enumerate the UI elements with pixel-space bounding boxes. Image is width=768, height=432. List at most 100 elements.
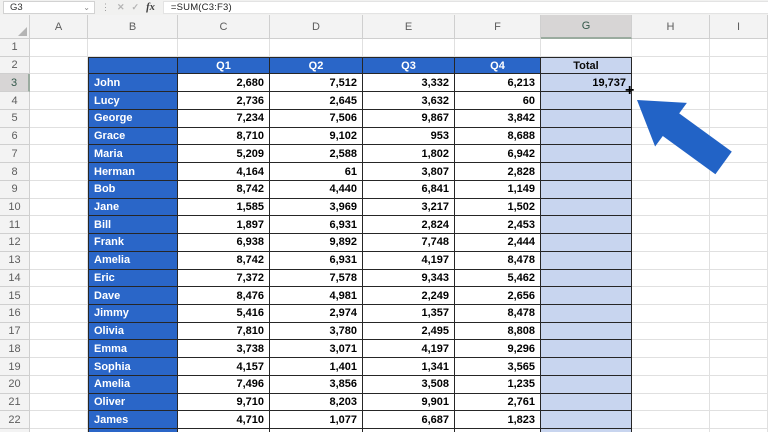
cell-B17[interactable]: Olivia xyxy=(88,322,178,341)
cell-C2[interactable]: Q1 xyxy=(178,56,270,75)
cell-G20[interactable] xyxy=(541,375,632,394)
cell-B4[interactable]: Lucy xyxy=(88,92,178,110)
cell-F10[interactable]: 1,502 xyxy=(455,198,541,217)
cell-B20[interactable]: Amelia xyxy=(88,375,178,394)
cell-D17[interactable]: 3,780 xyxy=(270,322,363,341)
column-header-F[interactable]: F xyxy=(455,15,541,39)
cell-F22[interactable]: 1,823 xyxy=(455,411,541,430)
cell-A20[interactable] xyxy=(30,375,88,394)
cell-G7[interactable] xyxy=(541,145,632,164)
cell-E9[interactable]: 6,841 xyxy=(363,180,455,199)
row-header-2[interactable]: 2 xyxy=(0,56,30,75)
cell-C16[interactable]: 5,416 xyxy=(178,305,270,323)
cell-F8[interactable]: 2,828 xyxy=(455,163,541,181)
cell-H13[interactable] xyxy=(632,251,710,270)
cell-E10[interactable]: 3,217 xyxy=(363,198,455,217)
cell-D20[interactable]: 3,856 xyxy=(270,375,363,394)
cell-B19[interactable]: Sophia xyxy=(88,358,178,376)
cell-G19[interactable] xyxy=(541,358,632,376)
cell-G11[interactable] xyxy=(541,216,632,235)
cell-I13[interactable] xyxy=(710,251,768,270)
cell-I19[interactable] xyxy=(710,358,768,376)
cell-F14[interactable]: 5,462 xyxy=(455,269,541,288)
cell-D4[interactable]: 2,645 xyxy=(270,92,363,110)
cell-C13[interactable]: 8,742 xyxy=(178,251,270,270)
cell-C19[interactable]: 4,157 xyxy=(178,358,270,376)
cell-G4[interactable] xyxy=(541,92,632,110)
cell-G15[interactable] xyxy=(541,287,632,306)
column-header-G[interactable]: G xyxy=(541,15,632,39)
cell-F16[interactable]: 8,478 xyxy=(455,305,541,323)
cell-A2[interactable] xyxy=(30,56,88,75)
row-header-5[interactable]: 5 xyxy=(0,109,30,128)
cell-F3[interactable]: 6,213 xyxy=(455,74,541,93)
cell-D1[interactable] xyxy=(270,39,363,57)
cell-H2[interactable] xyxy=(632,56,710,75)
cell-A9[interactable] xyxy=(30,180,88,199)
row-header-7[interactable]: 7 xyxy=(0,145,30,164)
column-header-D[interactable]: D xyxy=(270,15,363,39)
cell-C20[interactable]: 7,496 xyxy=(178,375,270,394)
cell-D3[interactable]: 7,512 xyxy=(270,74,363,93)
cell-D18[interactable]: 3,071 xyxy=(270,340,363,359)
cell-F1[interactable] xyxy=(455,39,541,57)
cell-H18[interactable] xyxy=(632,340,710,359)
cell-I11[interactable] xyxy=(710,216,768,235)
cell-A13[interactable] xyxy=(30,251,88,270)
enter-icon[interactable]: ✓ xyxy=(132,2,140,13)
cell-E22[interactable]: 6,687 xyxy=(363,411,455,430)
cell-E11[interactable]: 2,824 xyxy=(363,216,455,235)
cell-G2[interactable]: Total xyxy=(541,56,632,75)
row-header-17[interactable]: 17 xyxy=(0,322,30,341)
cell-B3[interactable]: John xyxy=(88,74,178,93)
cell-H20[interactable] xyxy=(632,375,710,394)
cell-B10[interactable]: Jane xyxy=(88,198,178,217)
cell-I14[interactable] xyxy=(710,269,768,288)
cell-F9[interactable]: 1,149 xyxy=(455,180,541,199)
cell-E20[interactable]: 3,508 xyxy=(363,375,455,394)
cell-F11[interactable]: 2,453 xyxy=(455,216,541,235)
column-header-A[interactable]: A xyxy=(30,15,88,39)
cell-D12[interactable]: 9,892 xyxy=(270,234,363,252)
cell-G14[interactable] xyxy=(541,269,632,288)
cell-D5[interactable]: 7,506 xyxy=(270,109,363,128)
cell-A15[interactable] xyxy=(30,287,88,306)
cell-G3[interactable]: 19,737 xyxy=(541,74,632,93)
cell-D11[interactable]: 6,931 xyxy=(270,216,363,235)
cell-B7[interactable]: Maria xyxy=(88,145,178,164)
cell-H17[interactable] xyxy=(632,322,710,341)
cell-H14[interactable] xyxy=(632,269,710,288)
cell-I15[interactable] xyxy=(710,287,768,306)
cell-A14[interactable] xyxy=(30,269,88,288)
cell-C18[interactable]: 3,738 xyxy=(178,340,270,359)
cell-D10[interactable]: 3,969 xyxy=(270,198,363,217)
cell-E1[interactable] xyxy=(363,39,455,57)
name-box[interactable]: G3 ⌄ xyxy=(3,1,95,14)
cell-E17[interactable]: 2,495 xyxy=(363,322,455,341)
cell-C21[interactable]: 9,710 xyxy=(178,393,270,412)
cell-F20[interactable]: 1,235 xyxy=(455,375,541,394)
cell-G9[interactable] xyxy=(541,180,632,199)
cell-A21[interactable] xyxy=(30,393,88,412)
cell-A17[interactable] xyxy=(30,322,88,341)
cell-B11[interactable]: Bill xyxy=(88,216,178,235)
cell-I3[interactable] xyxy=(710,74,768,93)
cell-I17[interactable] xyxy=(710,322,768,341)
cell-G22[interactable] xyxy=(541,411,632,430)
cell-E16[interactable]: 1,357 xyxy=(363,305,455,323)
cell-E13[interactable]: 4,197 xyxy=(363,251,455,270)
cell-F15[interactable]: 2,656 xyxy=(455,287,541,306)
row-header-9[interactable]: 9 xyxy=(0,180,30,199)
cell-I10[interactable] xyxy=(710,198,768,217)
cell-I22[interactable] xyxy=(710,411,768,430)
cell-A6[interactable] xyxy=(30,127,88,146)
cell-E21[interactable]: 9,901 xyxy=(363,393,455,412)
cell-B18[interactable]: Emma xyxy=(88,340,178,359)
row-header-10[interactable]: 10 xyxy=(0,198,30,217)
cell-B8[interactable]: Herman xyxy=(88,163,178,181)
cell-F21[interactable]: 2,761 xyxy=(455,393,541,412)
cell-A4[interactable] xyxy=(30,92,88,110)
cell-I20[interactable] xyxy=(710,375,768,394)
cell-E15[interactable]: 2,249 xyxy=(363,287,455,306)
cell-C3[interactable]: 2,680 xyxy=(178,74,270,93)
